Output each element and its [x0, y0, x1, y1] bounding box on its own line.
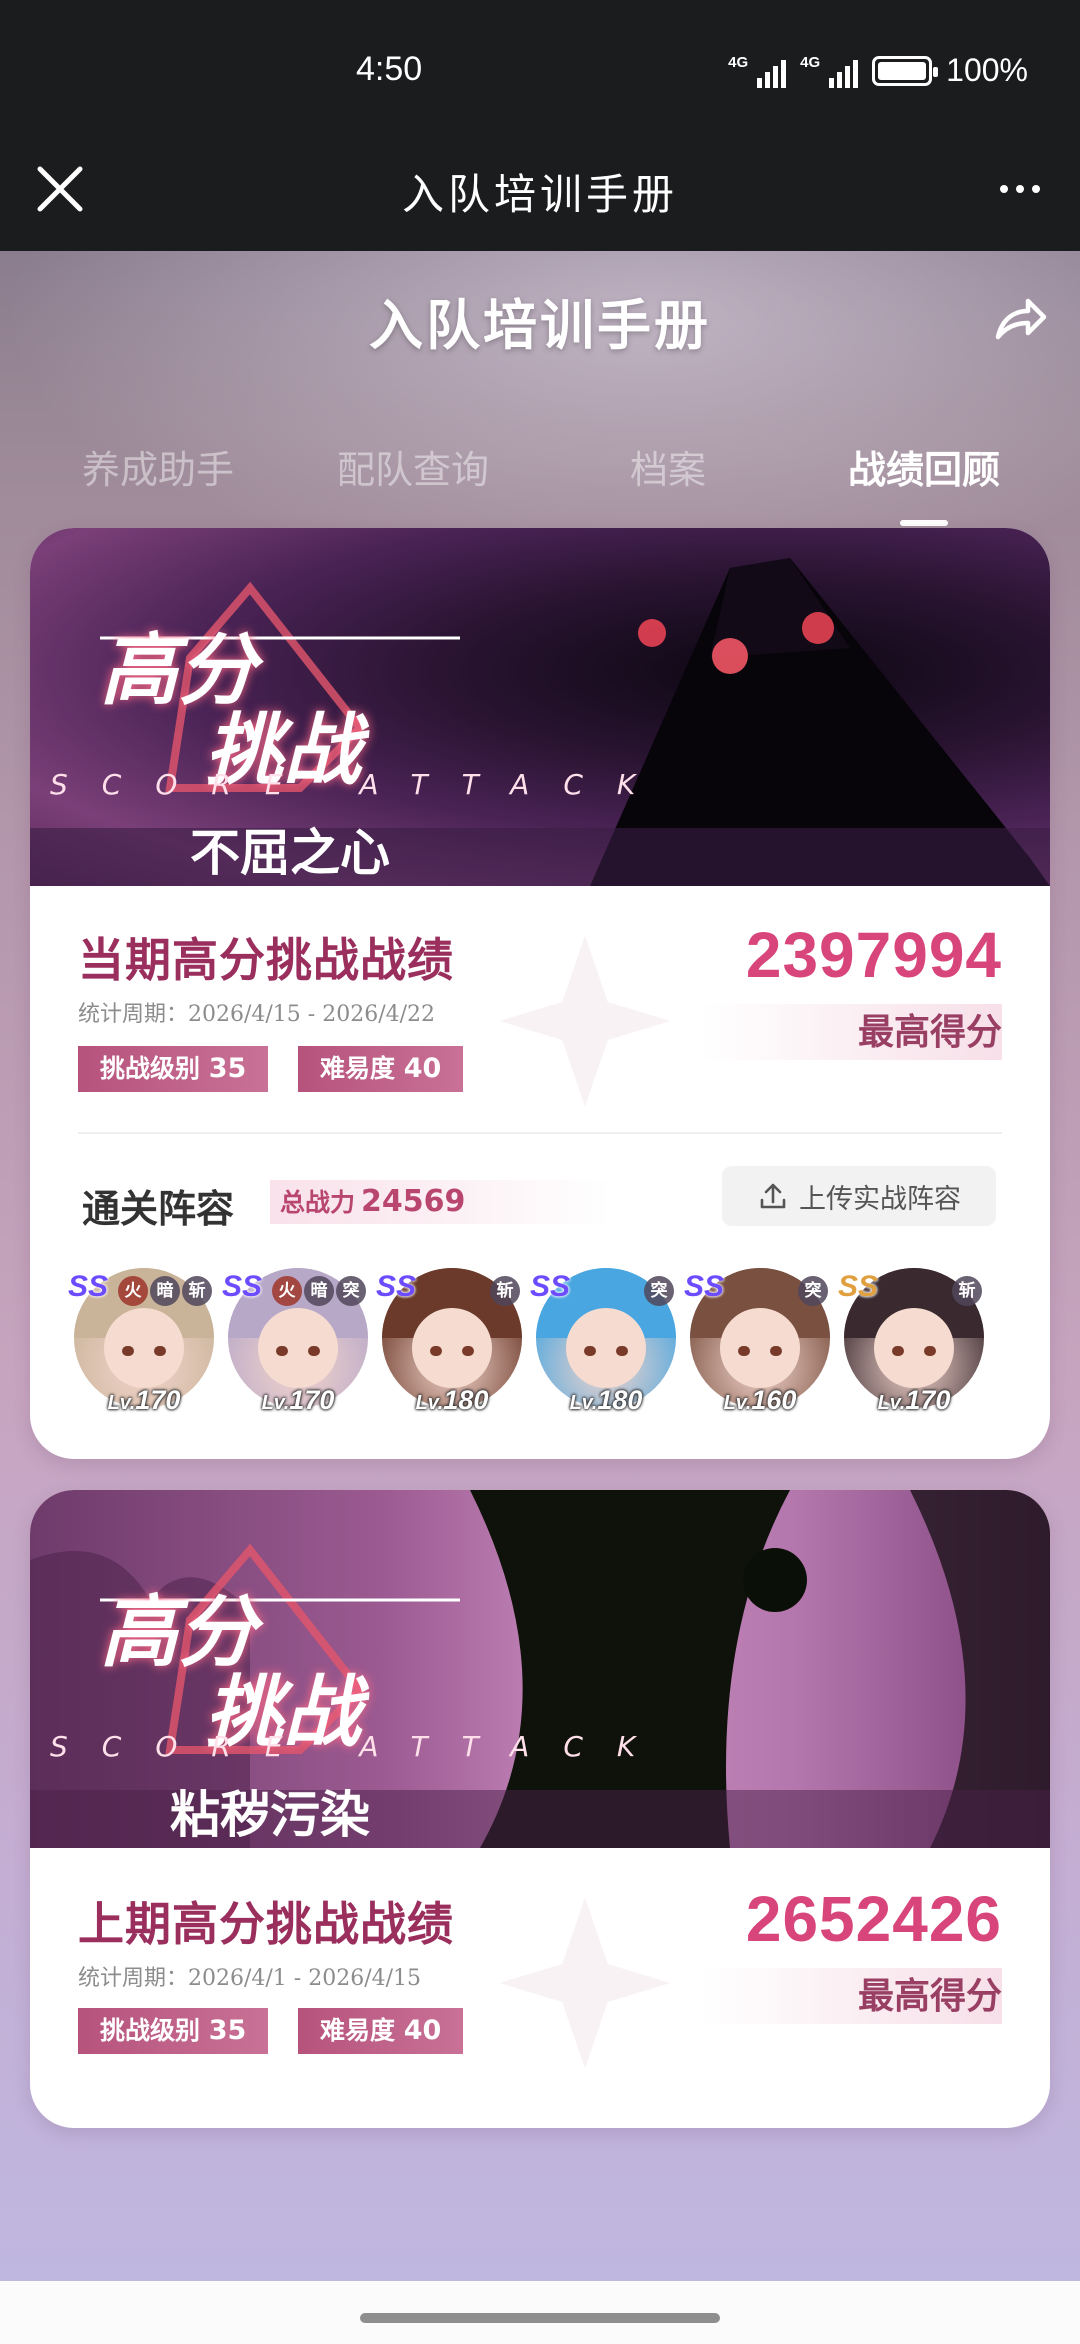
hero-attribute-badges: 突: [644, 1276, 674, 1306]
hero-rank-badge: SS: [222, 1270, 263, 1303]
hero-attribute-badge: 突: [336, 1276, 366, 1306]
status-bar: 4:50 4G 4G 100%: [0, 0, 1080, 135]
tab-archive[interactable]: 档案: [630, 439, 706, 494]
hero-attribute-badge: 斩: [952, 1276, 982, 1306]
hero-attribute-badges: 突: [798, 1276, 828, 1306]
hero-attribute-badge: 斩: [490, 1276, 520, 1306]
hero-level: Lv.170: [261, 1385, 335, 1415]
best-score-label: 最高得分: [702, 1968, 1002, 2024]
hero-level: Lv.180: [415, 1385, 489, 1415]
hero-rank-badge: SS: [838, 1270, 879, 1303]
difficulty-chip: 难易度 40: [298, 1046, 464, 1092]
previous-banner[interactable]: 高分 挑战 SCORE ATTACK 粘秽污染: [30, 1490, 1050, 1848]
tab-team-query[interactable]: 配队查询: [337, 439, 489, 494]
hero-rank-badge: SS: [530, 1270, 571, 1303]
hero-attribute-badge: 斩: [182, 1276, 212, 1306]
hero-attribute-badge: 暗: [304, 1276, 334, 1306]
hero-attribute-badge: 暗: [150, 1276, 180, 1306]
upload-team-label: 上传实战阵容: [799, 1183, 961, 1215]
home-indicator[interactable]: [360, 2313, 720, 2323]
period-text: 统计周期：2026/4/1 - 2026/4/15: [78, 1966, 422, 1991]
hero-attribute-badge: 突: [798, 1276, 828, 1306]
divider: [78, 1132, 1002, 1134]
more-icon[interactable]: [988, 157, 1052, 221]
tab-indicator: [900, 520, 948, 526]
status-time: 4:50: [356, 50, 423, 88]
best-score-label: 最高得分: [702, 1004, 1002, 1060]
team-heroes: SS 火暗斩 Lv.170 SS 火暗突 Lv.170 SS 斩 Lv.180 SS 突 Lv.180…: [68, 1268, 1014, 1428]
hero-attribute-badges: 火暗斩: [118, 1276, 212, 1306]
page-content: 入队培训手册 养成助手 配队查询 档案 战绩回顾 高分 挑战 SCORE ATT…: [0, 251, 1080, 2281]
hero-avatar[interactable]: SS 火暗突 Lv.170: [222, 1268, 368, 1416]
team-title: 通关阵容: [82, 1186, 235, 1231]
hero-attribute-badge: 火: [118, 1276, 148, 1306]
banner-subtitle: SCORE ATTACK: [50, 1730, 670, 1763]
app-bar-title: 入队培训手册: [401, 170, 678, 219]
hero-level: Lv.170: [877, 1385, 951, 1415]
hero-rank-badge: SS: [376, 1270, 417, 1303]
hero-avatar[interactable]: SS 火暗斩 Lv.170: [68, 1268, 214, 1416]
hero-attribute-badge: 突: [644, 1276, 674, 1306]
hero-avatar[interactable]: SS 斩 Lv.170: [838, 1268, 984, 1416]
best-score: 2397994: [745, 919, 1002, 991]
tab-bar: 养成助手 配队查询 档案 战绩回顾: [0, 439, 1080, 519]
watermark-icon: [499, 935, 671, 1107]
watermark-icon: [499, 1897, 671, 2069]
challenge-level-chip: 挑战级别 35: [78, 2008, 269, 2054]
section-title: 上期高分挑战战绩: [78, 1897, 454, 1951]
hero-attribute-badges: 斩: [490, 1276, 520, 1306]
upload-team-button[interactable]: 上传实战阵容: [722, 1166, 996, 1226]
hero-rank-badge: SS: [68, 1270, 109, 1303]
battery-icon: [872, 55, 939, 86]
tab-battle-review[interactable]: 战绩回顾: [848, 439, 1000, 494]
status-icons: 4G 4G 100%: [728, 52, 1028, 89]
current-banner[interactable]: 高分 挑战 SCORE ATTACK 不屈之心: [30, 528, 1050, 886]
hero-attribute-badge: 火: [272, 1276, 302, 1306]
hero-level: Lv.160: [723, 1385, 797, 1415]
hero-avatar[interactable]: SS 斩 Lv.180: [376, 1268, 522, 1416]
challenge-level-chip: 挑战级别 35: [78, 1046, 269, 1092]
upload-icon: [760, 1183, 786, 1209]
hero-rank-badge: SS: [684, 1270, 725, 1303]
previous-challenge-card: 高分 挑战 SCORE ATTACK 粘秽污染 上期高分挑战战绩 统计周期：20…: [30, 1490, 1050, 2128]
best-score: 2652426: [745, 1883, 1002, 1955]
current-challenge-card: 高分 挑战 SCORE ATTACK 不屈之心 当期高分挑战战绩 统计周期：20…: [30, 528, 1050, 1459]
banner-boss-name: 粘秽污染: [170, 1786, 370, 1844]
period-text: 统计周期：2026/4/15 - 2026/4/22: [78, 1002, 436, 1027]
share-icon[interactable]: [990, 289, 1050, 349]
signal-icon: 4G: [728, 54, 787, 88]
banner-boss-name: 不屈之心: [190, 824, 390, 882]
hero-avatar[interactable]: SS 突 Lv.160: [684, 1268, 830, 1416]
tab-growth-assistant[interactable]: 养成助手: [82, 439, 234, 494]
hero-level: Lv.180: [569, 1385, 643, 1415]
hero-avatar[interactable]: SS 突 Lv.180: [530, 1268, 676, 1416]
signal-icon-2: 4G: [800, 54, 859, 88]
hero-attribute-badges: 火暗突: [272, 1276, 366, 1306]
app-bar: 入队培训手册: [0, 135, 1080, 251]
page-title: 入队培训手册: [369, 294, 711, 357]
hero-attribute-badges: 斩: [952, 1276, 982, 1306]
difficulty-chip: 难易度 40: [298, 2008, 464, 2054]
battery-percent: 100%: [946, 52, 1028, 88]
banner-subtitle: SCORE ATTACK: [50, 768, 670, 801]
section-title: 当期高分挑战战绩: [78, 933, 454, 987]
hero-level: Lv.170: [107, 1385, 181, 1415]
total-power: 总战力 24569: [270, 1180, 610, 1224]
